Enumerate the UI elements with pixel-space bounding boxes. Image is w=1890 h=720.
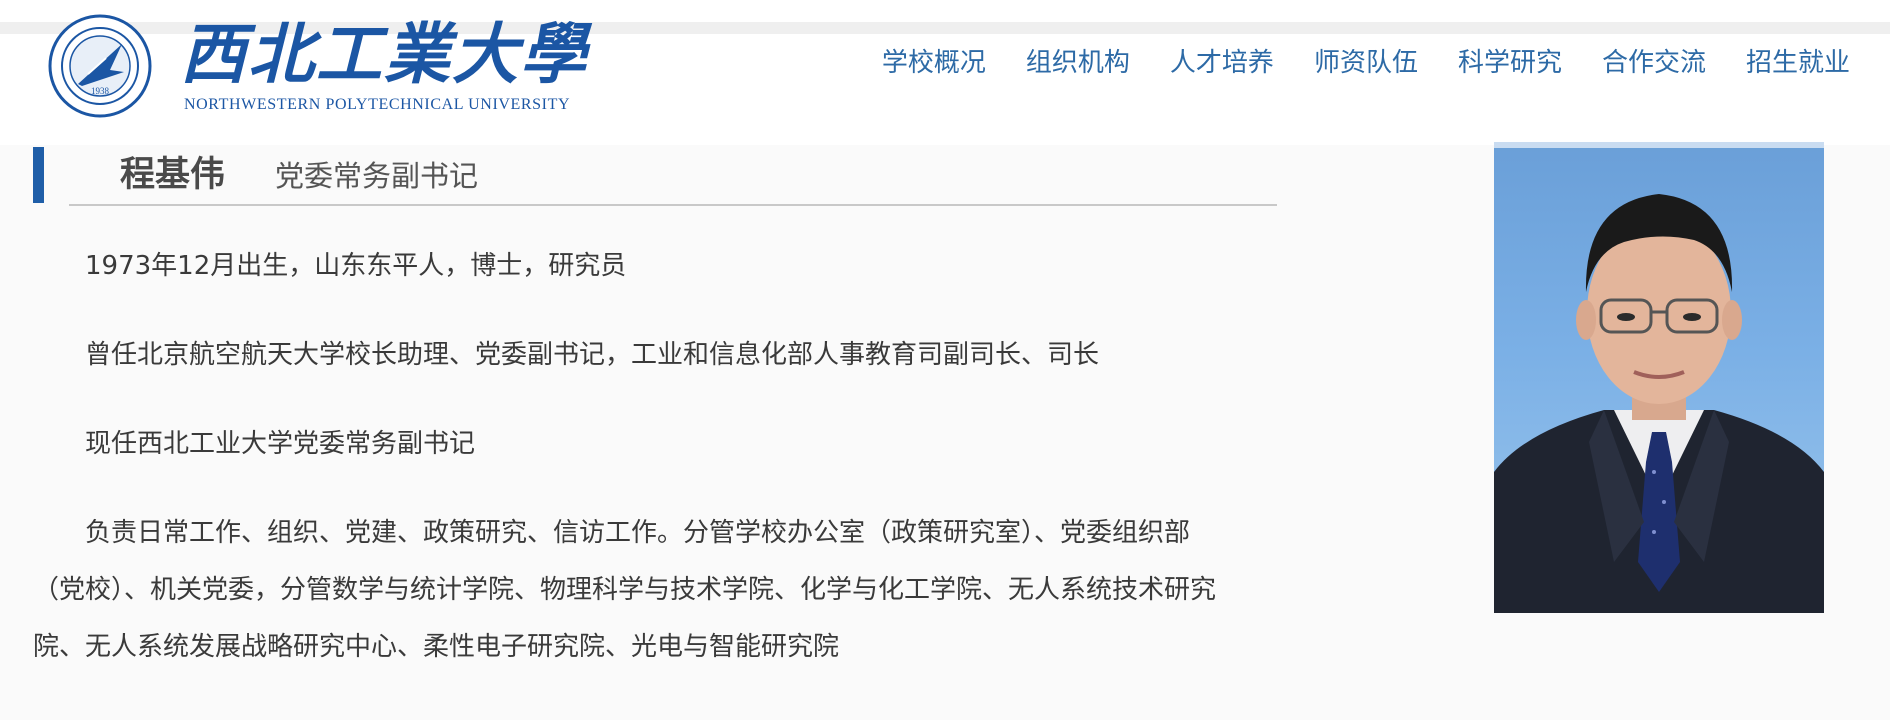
university-seal-logo[interactable]: 1938 bbox=[48, 14, 152, 118]
nav-item-research[interactable]: 科学研究 bbox=[1438, 42, 1582, 79]
photo-top-border bbox=[1494, 142, 1824, 148]
main-nav: 学校概况 组织机构 人才培养 师资队伍 科学研究 合作交流 招生就业 bbox=[862, 42, 1870, 79]
logo-wordmark-cn[interactable]: 西北工業大學 bbox=[180, 14, 588, 94]
portrait-image bbox=[1494, 194, 1824, 613]
nav-item-admissions[interactable]: 招生就业 bbox=[1726, 42, 1870, 79]
title-accent-bar bbox=[33, 147, 44, 203]
bio-responsibilities: 负责日常工作、组织、党建、政策研究、信访工作。分管学校办公室（政策研究室）、党委… bbox=[33, 518, 1217, 662]
nav-item-faculty[interactable]: 师资队伍 bbox=[1294, 42, 1438, 79]
bio-current-position: 现任西北工业大学党委常务副书记 bbox=[85, 429, 476, 459]
profile-role: 党委常务副书记 bbox=[275, 159, 479, 193]
profile-name: 程基伟 bbox=[120, 155, 226, 195]
profile-photo bbox=[1494, 142, 1824, 613]
nav-item-overview[interactable]: 学校概况 bbox=[862, 42, 1006, 79]
logo-wordmark-en[interactable]: NORTHWESTERN POLYTECHNICAL UNIVERSITY bbox=[184, 96, 570, 114]
nav-item-education[interactable]: 人才培养 bbox=[1150, 42, 1294, 79]
site-header: 1938 西北工業大學 NORTHWESTERN POLYTECHNICAL U… bbox=[0, 0, 1890, 145]
nav-item-organization[interactable]: 组织机构 bbox=[1006, 42, 1150, 79]
bio-previous-positions: 曾任北京航空航天大学校长助理、党委副书记，工业和信息化部人事教育司副司长、司长 bbox=[85, 340, 1100, 370]
svg-text:1938: 1938 bbox=[91, 86, 110, 96]
profile-bio: 1973年12月出生，山东东平人，博士，研究员 曾任北京航空航天大学校长助理、党… bbox=[33, 244, 1228, 720]
nav-item-cooperation[interactable]: 合作交流 bbox=[1582, 42, 1726, 79]
title-divider bbox=[69, 204, 1277, 206]
bio-birth: 1973年12月出生，山东东平人，博士，研究员 bbox=[85, 251, 627, 281]
